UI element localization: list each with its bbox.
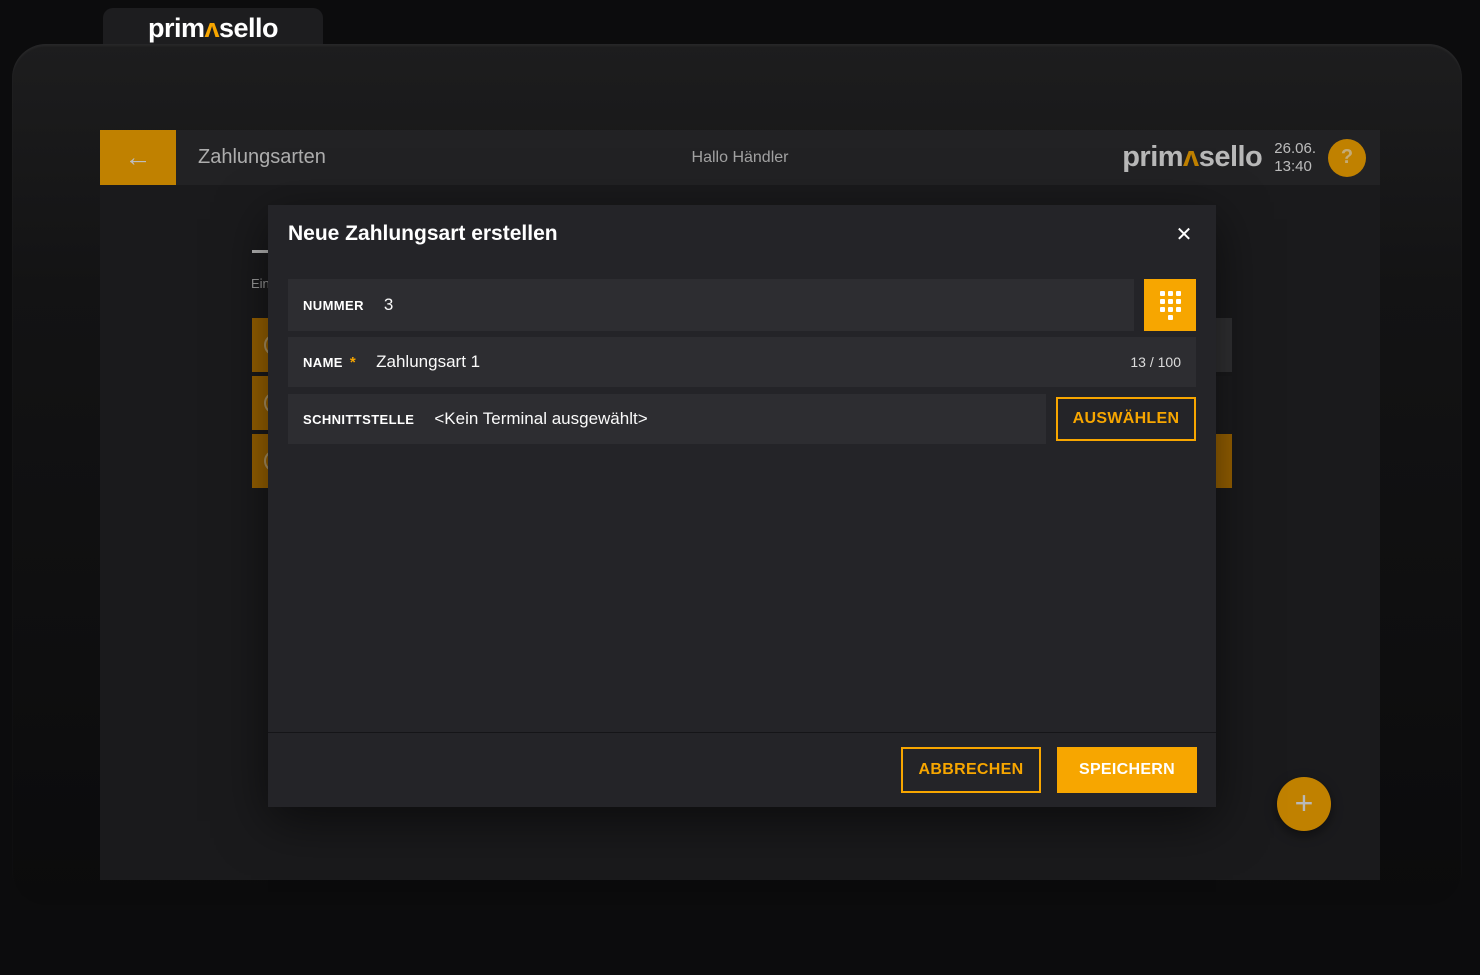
app-logo-tab: primʌsello [103, 8, 323, 48]
cancel-button[interactable]: ABBRECHEN [901, 747, 1041, 793]
logo-text: prim [148, 13, 205, 43]
modal-footer: ABBRECHEN SPEICHERN [268, 732, 1216, 807]
nummer-row: NUMMER 3 [288, 279, 1196, 331]
terminal-select-button[interactable]: AUSWÄHLEN [1056, 397, 1196, 441]
char-counter: 13 / 100 [1130, 354, 1181, 370]
name-field[interactable]: NAME* Zahlungsart 1 13 / 100 [288, 337, 1196, 387]
schnittstelle-row: SCHNITTSTELLE <Kein Terminal ausgewählt>… [288, 394, 1196, 444]
close-button[interactable]: ✕ [1166, 217, 1202, 253]
numpad-button[interactable] [1144, 279, 1196, 331]
logo-caret-icon: ʌ [204, 13, 219, 43]
modal-title: Neue Zahlungsart erstellen [288, 222, 558, 246]
modal-body: NUMMER 3 NAME* Zahlun [288, 279, 1196, 444]
schnittstelle-label: SCHNITTSTELLE [303, 412, 414, 427]
name-label: NAME* [303, 354, 356, 371]
close-icon: ✕ [1176, 225, 1193, 245]
nummer-field[interactable]: NUMMER 3 [288, 279, 1134, 331]
save-button[interactable]: SPEICHERN [1057, 747, 1197, 793]
screen: primʌsello ← Zahlungsarten Hallo Händler… [0, 0, 1480, 975]
schnittstelle-value: <Kein Terminal ausgewählt> [434, 409, 647, 429]
name-value: Zahlungsart 1 [376, 352, 480, 372]
nummer-label: NUMMER [303, 298, 364, 313]
schnittstelle-field[interactable]: SCHNITTSTELLE <Kein Terminal ausgewählt> [288, 394, 1046, 444]
required-asterisk: * [350, 354, 356, 371]
primasello-logo: primʌsello [148, 13, 278, 44]
nummer-value: 3 [384, 295, 393, 315]
logo-text: sello [219, 13, 278, 43]
dialpad-icon [1160, 291, 1181, 320]
device-frame: ← Zahlungsarten Hallo Händler primʌsello… [12, 44, 1462, 905]
create-payment-type-modal: Neue Zahlungsart erstellen ✕ NUMMER 3 [268, 205, 1216, 807]
